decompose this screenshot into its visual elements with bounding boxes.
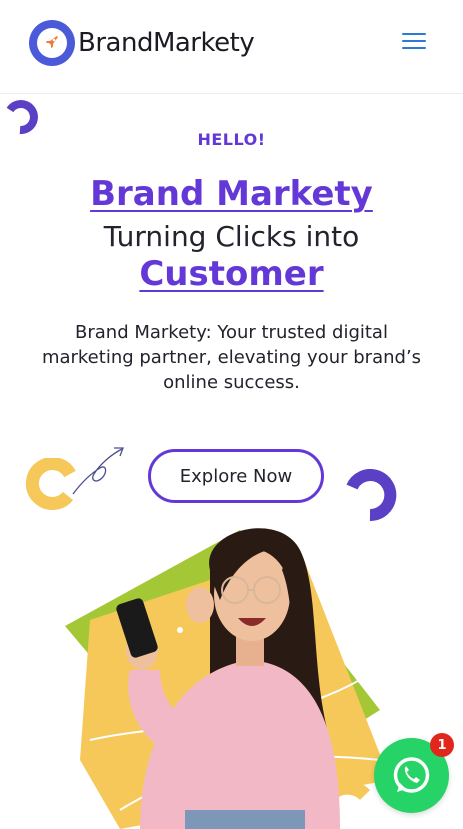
hero-description-line: online success. [163, 372, 300, 393]
logo-text: BrandMarkety [78, 28, 255, 58]
hero-description-line: marketing partner, elevating your brand’… [41, 347, 422, 368]
arrow-doodle-decoration [72, 447, 124, 495]
rocket-icon [29, 20, 75, 66]
hero-image [65, 528, 391, 829]
notification-badge: 1 [430, 733, 454, 757]
hamburger-menu-icon[interactable] [402, 33, 426, 51]
page: BrandMarkety HELLO! Brand Markety Turnin… [0, 0, 463, 829]
whatsapp-icon [393, 757, 430, 793]
site-header: BrandMarkety [0, 0, 463, 94]
hero-title-customer[interactable]: Customer [0, 254, 463, 294]
hero-eyebrow: HELLO! [197, 130, 266, 149]
hero-title-subtitle: Turning Clicks into [103, 220, 360, 253]
hero-title-brand[interactable]: Brand Markety [0, 174, 463, 214]
hero-description: Brand Markety: Your trusted digital mark… [34, 320, 429, 395]
logo[interactable]: BrandMarkety [29, 20, 255, 66]
hero-description-line: Brand Markety: Your trusted digital [75, 322, 388, 343]
purple-arc-decoration [6, 100, 38, 134]
explore-now-button[interactable]: Explore Now [148, 449, 324, 503]
